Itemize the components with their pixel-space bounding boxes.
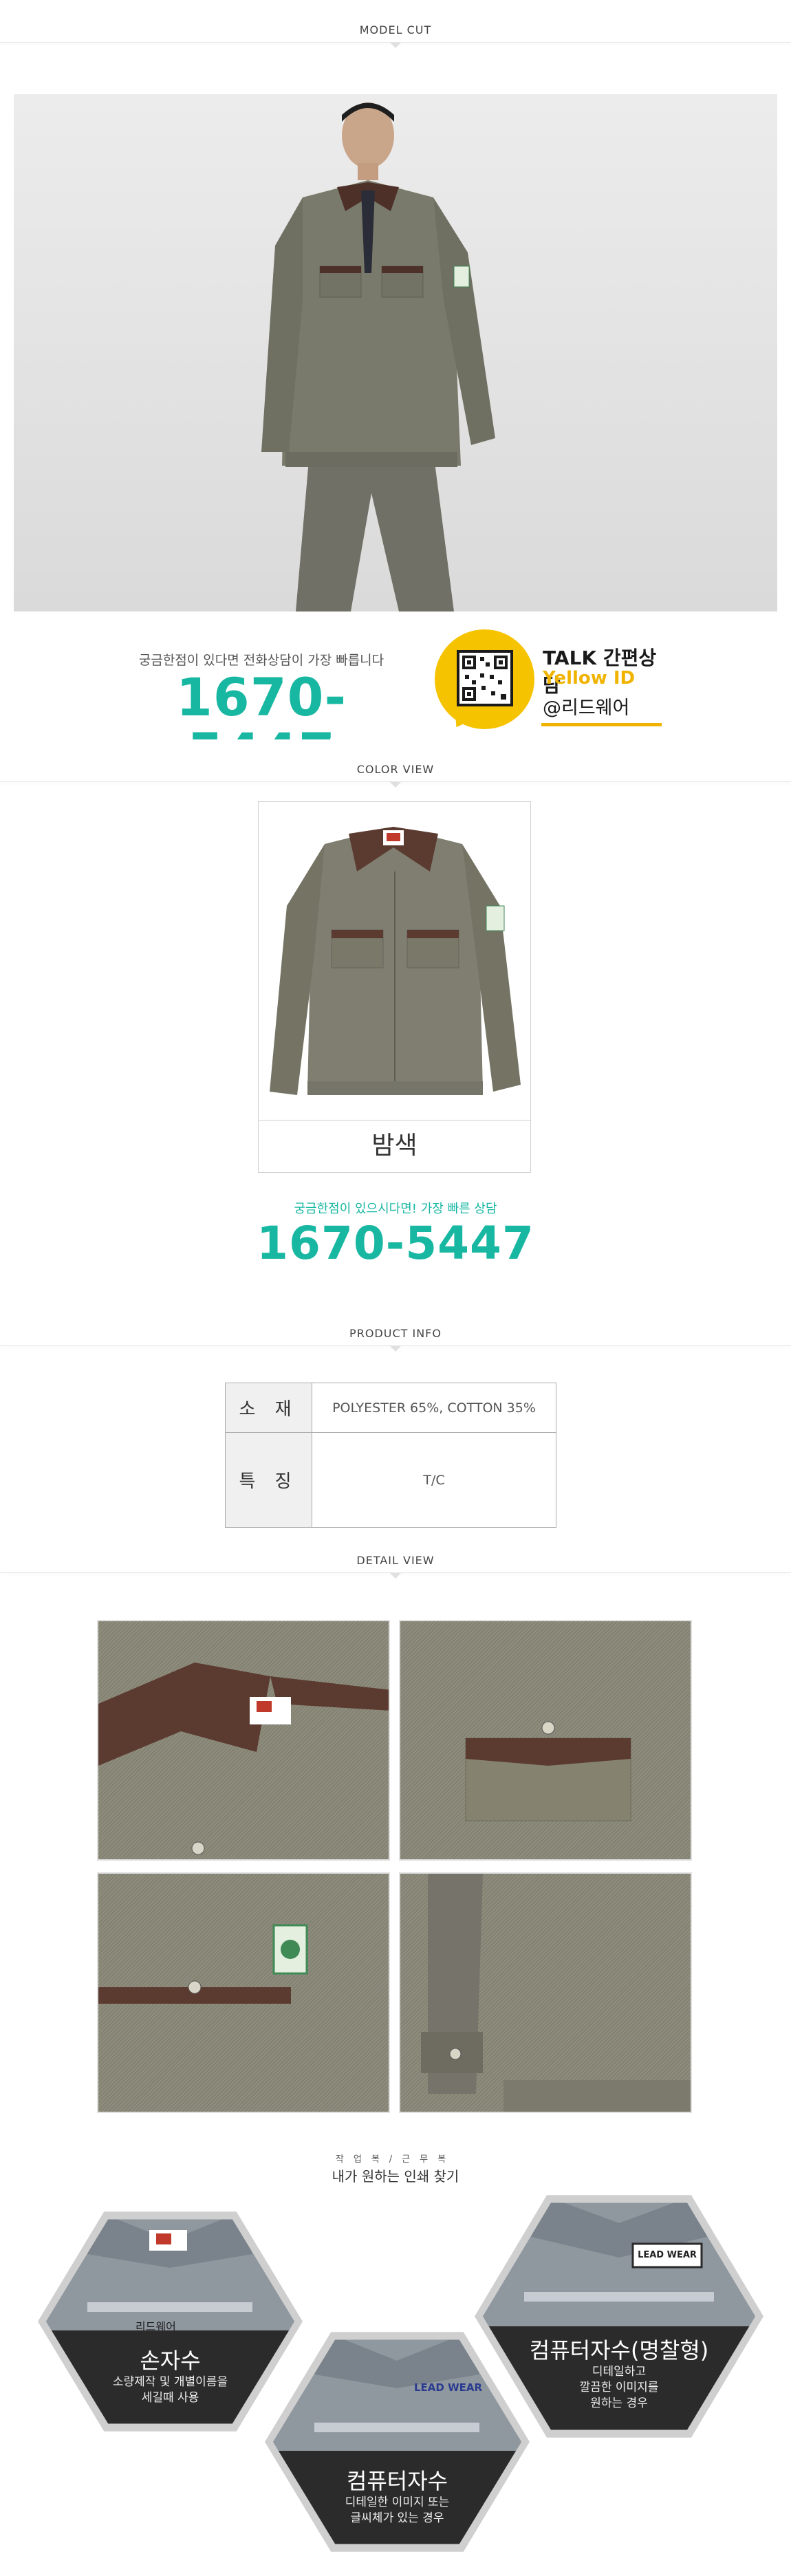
detail-pocket-image[interactable] <box>399 1620 692 1861</box>
row-value: POLYESTER 65%, COTTON 35% <box>312 1383 556 1433</box>
find-subtitle: 작업복/근무복 <box>335 2154 456 2165</box>
phone-number[interactable]: 1670-5447 <box>0 1220 791 1268</box>
row-value: T/C <box>312 1432 556 1528</box>
jacket-image <box>259 803 530 1119</box>
model-figure <box>261 102 495 611</box>
yellow-id-label: Yellow ID <box>543 668 636 689</box>
section-header-model-cut: MODEL CUT <box>0 0 791 48</box>
kakao-talk-badge[interactable]: TALK 간편상담 Yellow ID @리드웨어 <box>435 629 662 734</box>
print-option-title: 컴퓨터자수 <box>346 2468 448 2494</box>
print-option-title: 손자수 <box>140 2348 201 2374</box>
color-name: 밤색 <box>259 1120 530 1172</box>
chevron-down-icon <box>390 43 401 48</box>
section-title: PRODUCT INFO <box>349 1327 442 1340</box>
nametag-label: LEAD WEAR <box>638 2250 697 2260</box>
print-option-title: 컴퓨터자수(명찰형) <box>529 2337 709 2363</box>
phone-contact-2: 궁금한점이 있으시다면! 가장 빠른 상담 1670-5447 <box>0 1199 791 1267</box>
find-title: 내가 원하는 인쇄 찾기 <box>332 2168 459 2185</box>
chevron-down-icon <box>390 1573 401 1579</box>
detail-badge-image[interactable] <box>97 1872 390 2113</box>
qr-code-icon <box>457 650 513 706</box>
print-option-hand-embroidery[interactable]: 리드웨어 손자수 소량제작 및 개별이름을 세길때 사용 <box>38 2205 303 2438</box>
table-row: 소 재 POLYESTER 65%, COTTON 35% <box>225 1383 556 1433</box>
section-title: DETAIL VIEW <box>356 1554 435 1567</box>
contact-caption: 궁금한점이 있으시다면! 가장 빠른 상담 <box>294 1202 497 1216</box>
detail-collar-image[interactable] <box>97 1620 390 1861</box>
kakao-handle: @리드웨어 <box>543 697 630 719</box>
print-option-nametag-embroidery[interactable]: LEAD WEAR 컴퓨터자수(명찰형) 디테일하고 깔끔한 이미지를 원하는 … <box>475 2187 763 2445</box>
detail-cuff-image[interactable] <box>399 1872 692 2113</box>
table-row: 특 징 T/C <box>225 1432 556 1528</box>
section-title: COLOR VIEW <box>356 763 435 776</box>
row-label: 소 재 <box>225 1383 312 1433</box>
chevron-down-icon <box>390 1346 401 1352</box>
section-title: MODEL CUT <box>359 23 432 36</box>
section-header-color-view: COLOR VIEW <box>0 739 791 788</box>
product-info-table: 소 재 POLYESTER 65%, COTTON 35% 특 징 T/C <box>225 1383 556 1528</box>
color-swatch-card[interactable]: 밤색 <box>258 801 531 1173</box>
row-label: 특 징 <box>225 1432 312 1528</box>
embroidery-name-tag: LEAD WEAR <box>414 2381 483 2394</box>
model-photo <box>14 94 777 611</box>
section-header-product-info: PRODUCT INFO <box>0 1303 791 1352</box>
section-header-detail-view: DETAIL VIEW <box>0 1530 791 1579</box>
contact-caption: 궁금한점이 있다면 전화상담이 가장 빠릅니다 <box>138 653 384 668</box>
chevron-down-icon <box>390 782 401 788</box>
